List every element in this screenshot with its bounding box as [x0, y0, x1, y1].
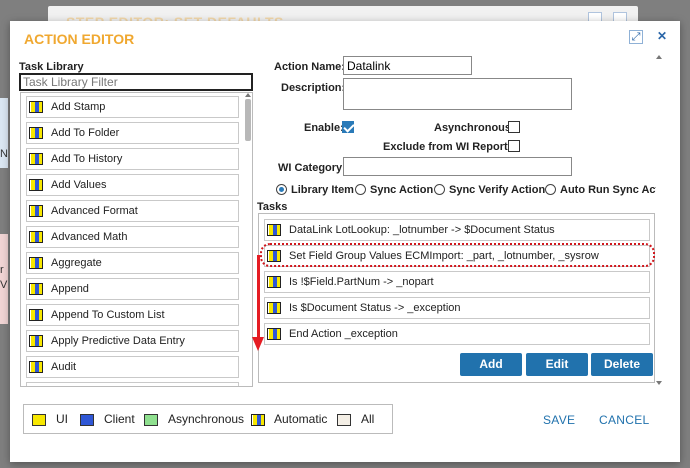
task-library-item[interactable]: Append: [26, 278, 239, 300]
maximize-icon[interactable]: ⤢: [629, 30, 643, 44]
task-icon: [29, 101, 43, 113]
task-icon: [29, 283, 43, 295]
radio-library-item-label: Library Item: [291, 184, 354, 196]
edit-button[interactable]: Edit: [526, 353, 588, 376]
task-library-item[interactable]: Advanced Format: [26, 200, 239, 222]
exclude-wi-reports-checkbox[interactable]: [508, 140, 520, 152]
legend-asynchronous-label: Asynchronous: [168, 412, 245, 426]
task-icon: [267, 276, 281, 288]
radio-auto-run-sync-action[interactable]: [545, 184, 556, 195]
asynchronous-checkbox[interactable]: [508, 121, 520, 133]
task-icon: [29, 179, 43, 191]
task-library-item[interactable]: Apply Predictive Data Entry: [26, 330, 239, 352]
task-library-item[interactable]: Add To History: [26, 148, 239, 170]
task-library-item[interactable]: Advanced Math: [26, 226, 239, 248]
action-name-input[interactable]: [343, 56, 472, 75]
delete-button[interactable]: Delete: [591, 353, 653, 376]
legend: UI Client Asynchronous Automatic All: [23, 404, 393, 434]
action-name-label: Action Name:: [274, 61, 345, 73]
action-editor-dialog: ACTION EDITOR ⤢ ✕ Task Library Add Stamp…: [10, 21, 680, 462]
legend-all-swatch: [337, 414, 351, 426]
task-icon: [29, 361, 43, 373]
task-item[interactable]: End Action _exception: [264, 323, 650, 345]
add-button[interactable]: Add: [460, 353, 522, 376]
radio-library-item[interactable]: [276, 184, 287, 195]
task-library-filter-input[interactable]: [19, 73, 253, 91]
task-library-item-partial: [26, 382, 239, 386]
task-icon: [267, 302, 281, 314]
task-icon: [29, 309, 43, 321]
cancel-button[interactable]: CANCEL: [599, 413, 649, 427]
drag-arrow-head-icon: [252, 337, 264, 351]
save-button[interactable]: SAVE: [543, 413, 575, 427]
task-library-item[interactable]: Add Stamp: [26, 96, 239, 118]
task-icon: [29, 205, 43, 217]
task-icon: [29, 127, 43, 139]
task-icon: [29, 153, 43, 165]
wi-category-input[interactable]: [343, 157, 572, 176]
legend-automatic-label: Automatic: [274, 412, 328, 426]
description-textarea[interactable]: [343, 78, 572, 110]
task-library-list: Add Stamp Add To Folder Add To History A…: [20, 92, 253, 387]
background-text: N: [0, 148, 8, 160]
asynchronous-label: Asynchronous:: [434, 122, 515, 134]
radio-sync-verify-action[interactable]: [434, 184, 445, 195]
task-icon: [267, 328, 281, 340]
task-icon: [29, 335, 43, 347]
close-icon[interactable]: ✕: [655, 30, 669, 44]
legend-ui-swatch: [32, 414, 46, 426]
radio-sync-verify-action-label: Sync Verify Action: [449, 184, 546, 196]
description-label: Description:: [281, 82, 346, 94]
task-library-item[interactable]: Add To Folder: [26, 122, 239, 144]
task-library-item[interactable]: Aggregate: [26, 252, 239, 274]
exclude-wi-reports-label: Exclude from WI Reports:: [383, 141, 518, 153]
scroll-down-icon[interactable]: [656, 381, 662, 385]
task-library-label: Task Library: [19, 61, 84, 73]
legend-asynchronous-swatch: [144, 414, 158, 426]
legend-all-label: All: [361, 412, 375, 426]
background-text: r: [0, 264, 4, 276]
task-icon: [29, 257, 43, 269]
legend-client-label: Client: [104, 412, 135, 426]
dialog-title: ACTION EDITOR: [24, 31, 135, 47]
task-icon: [267, 224, 281, 236]
task-item[interactable]: Is $Document Status -> _exception: [264, 297, 650, 319]
scroll-up-icon[interactable]: [245, 93, 251, 97]
wi-category-label: WI Category:: [278, 162, 346, 174]
task-icon: [29, 231, 43, 243]
legend-automatic-icon: [251, 414, 265, 426]
tasks-label: Tasks: [257, 201, 288, 213]
task-item[interactable]: Is !$Field.PartNum -> _nopart: [264, 271, 650, 293]
scroll-up-icon[interactable]: [656, 55, 662, 59]
task-item[interactable]: DataLink LotLookup: _lotnumber -> $Docum…: [264, 219, 650, 241]
drag-arrow-line: [257, 255, 260, 337]
legend-ui-label: UI: [56, 412, 68, 426]
task-library-item[interactable]: Audit: [26, 356, 239, 378]
background-text: V: [0, 279, 8, 291]
radio-sync-action-label: Sync Action: [370, 184, 434, 196]
radio-sync-action[interactable]: [355, 184, 366, 195]
radio-auto-run-sync-action-label: Auto Run Sync Actio: [560, 184, 656, 196]
task-library-item[interactable]: Add Values: [26, 174, 239, 196]
enable-label: Enable:: [304, 122, 344, 134]
scrollbar-thumb[interactable]: [245, 99, 251, 141]
enable-checkbox[interactable]: [342, 121, 354, 133]
task-library-item[interactable]: Append To Custom List: [26, 304, 239, 326]
right-pane-scrollbar[interactable]: [654, 55, 664, 385]
task-highlight-outline: [260, 243, 655, 267]
legend-client-swatch: [80, 414, 94, 426]
